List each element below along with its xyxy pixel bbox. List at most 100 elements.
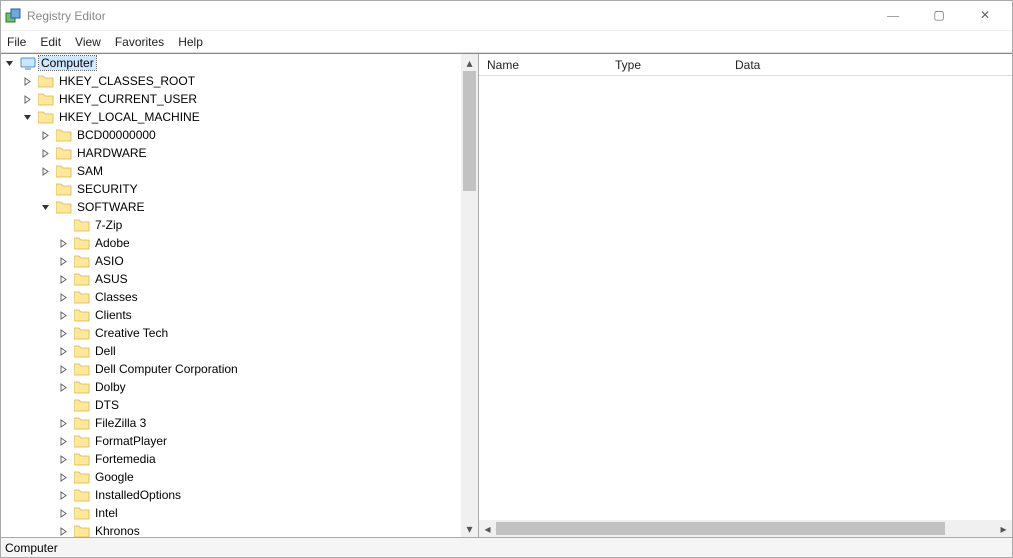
tree-item[interactable]: 7-Zip (1, 216, 461, 234)
scrollbar-thumb[interactable] (463, 71, 476, 191)
expander-icon[interactable] (59, 491, 73, 500)
expander-icon[interactable] (41, 167, 55, 176)
folder-icon (74, 217, 90, 233)
tree-item[interactable]: Khronos (1, 522, 461, 537)
folder-icon (56, 181, 72, 197)
scrollbar-track[interactable] (461, 71, 478, 520)
list-pane: Name Type Data ◂ ▸ (479, 54, 1012, 537)
tree-item-label: SECURITY (75, 182, 140, 196)
expander-icon[interactable] (41, 131, 55, 140)
scroll-left-button[interactable]: ◂ (479, 522, 496, 536)
tree-item-label: Dell (93, 344, 118, 358)
tree-item[interactable]: Dolby (1, 378, 461, 396)
expander-icon[interactable] (59, 419, 73, 428)
scroll-right-button[interactable]: ▸ (995, 522, 1012, 536)
horizontal-scrollbar[interactable]: ◂ ▸ (479, 520, 1012, 537)
expander-icon[interactable] (23, 77, 37, 86)
tree-item-label: Google (93, 470, 136, 484)
menu-edit[interactable]: Edit (40, 35, 61, 49)
expander-icon[interactable] (59, 275, 73, 284)
tree-item[interactable]: Fortemedia (1, 450, 461, 468)
tree-item[interactable]: Clients (1, 306, 461, 324)
expander-icon[interactable] (59, 509, 73, 518)
expander-icon[interactable] (59, 329, 73, 338)
tree-item[interactable]: Adobe (1, 234, 461, 252)
scroll-up-button[interactable]: ▴ (461, 54, 478, 71)
expander-icon[interactable] (59, 293, 73, 302)
tree-item-label: HARDWARE (75, 146, 149, 160)
folder-icon (74, 505, 90, 521)
expander-icon[interactable] (41, 203, 55, 212)
expander-icon[interactable] (23, 113, 37, 122)
list-header-row: Name Type Data (479, 54, 1012, 76)
expander-icon[interactable] (5, 59, 19, 68)
window-title: Registry Editor (27, 9, 870, 23)
expander-icon[interactable] (59, 347, 73, 356)
tree-item[interactable]: Intel (1, 504, 461, 522)
tree-item[interactable]: Computer (1, 54, 461, 72)
tree-item[interactable]: SAM (1, 162, 461, 180)
expander-icon[interactable] (59, 257, 73, 266)
expander-icon[interactable] (59, 473, 73, 482)
tree-item[interactable]: HKEY_CLASSES_ROOT (1, 72, 461, 90)
tree-item[interactable]: SECURITY (1, 180, 461, 198)
tree-item[interactable]: FormatPlayer (1, 432, 461, 450)
tree-item-label: HKEY_LOCAL_MACHINE (57, 110, 202, 124)
expander-icon[interactable] (59, 365, 73, 374)
menu-view[interactable]: View (75, 35, 101, 49)
list-body[interactable] (479, 76, 1012, 520)
tree-item-label: 7-Zip (93, 218, 124, 232)
tree-item-label: HKEY_CURRENT_USER (57, 92, 199, 106)
folder-icon (74, 379, 90, 395)
tree-view[interactable]: Computer HKEY_CLASSES_ROOT HKEY_CURRENT_… (1, 54, 461, 537)
expander-icon[interactable] (59, 383, 73, 392)
tree-item[interactable]: Google (1, 468, 461, 486)
hscrollbar-track[interactable] (496, 520, 995, 537)
tree-item[interactable]: Dell Computer Corporation (1, 360, 461, 378)
folder-icon (74, 307, 90, 323)
tree-item-label: Adobe (93, 236, 132, 250)
scroll-down-button[interactable]: ▾ (461, 520, 478, 537)
tree-item[interactable]: FileZilla 3 (1, 414, 461, 432)
tree-item[interactable]: Classes (1, 288, 461, 306)
tree-item[interactable]: BCD00000000 (1, 126, 461, 144)
folder-icon (74, 487, 90, 503)
tree-item[interactable]: InstalledOptions (1, 486, 461, 504)
tree-item[interactable]: HARDWARE (1, 144, 461, 162)
expander-icon[interactable] (41, 149, 55, 158)
vertical-scrollbar[interactable]: ▴ ▾ (461, 54, 478, 537)
tree-item-label: Intel (93, 506, 120, 520)
expander-icon[interactable] (59, 455, 73, 464)
close-button[interactable]: ✕ (962, 1, 1008, 31)
column-header-data[interactable]: Data (735, 58, 1012, 72)
menu-help[interactable]: Help (178, 35, 203, 49)
computer-icon (20, 55, 36, 71)
expander-icon[interactable] (59, 239, 73, 248)
menu-favorites[interactable]: Favorites (115, 35, 164, 49)
hscrollbar-thumb[interactable] (496, 522, 945, 535)
expander-icon[interactable] (59, 437, 73, 446)
tree-item[interactable]: ASUS (1, 270, 461, 288)
column-header-type[interactable]: Type (615, 58, 735, 72)
tree-item[interactable]: Dell (1, 342, 461, 360)
tree-item[interactable]: SOFTWARE (1, 198, 461, 216)
tree-item[interactable]: HKEY_CURRENT_USER (1, 90, 461, 108)
menu-file[interactable]: File (7, 35, 26, 49)
tree-item[interactable]: ASIO (1, 252, 461, 270)
minimize-button[interactable]: — (870, 1, 916, 31)
menu-bar: File Edit View Favorites Help (1, 31, 1012, 53)
folder-icon (74, 343, 90, 359)
folder-icon (74, 397, 90, 413)
expander-icon[interactable] (59, 527, 73, 536)
tree-item-label: SOFTWARE (75, 200, 147, 214)
maximize-button[interactable]: ▢ (916, 1, 962, 31)
tree-item[interactable]: HKEY_LOCAL_MACHINE (1, 108, 461, 126)
expander-icon[interactable] (59, 311, 73, 320)
tree-item-label: HKEY_CLASSES_ROOT (57, 74, 197, 88)
column-header-name[interactable]: Name (487, 58, 615, 72)
folder-icon (56, 199, 72, 215)
tree-item[interactable]: DTS (1, 396, 461, 414)
expander-icon[interactable] (23, 95, 37, 104)
tree-item-label: FormatPlayer (93, 434, 169, 448)
tree-item[interactable]: Creative Tech (1, 324, 461, 342)
